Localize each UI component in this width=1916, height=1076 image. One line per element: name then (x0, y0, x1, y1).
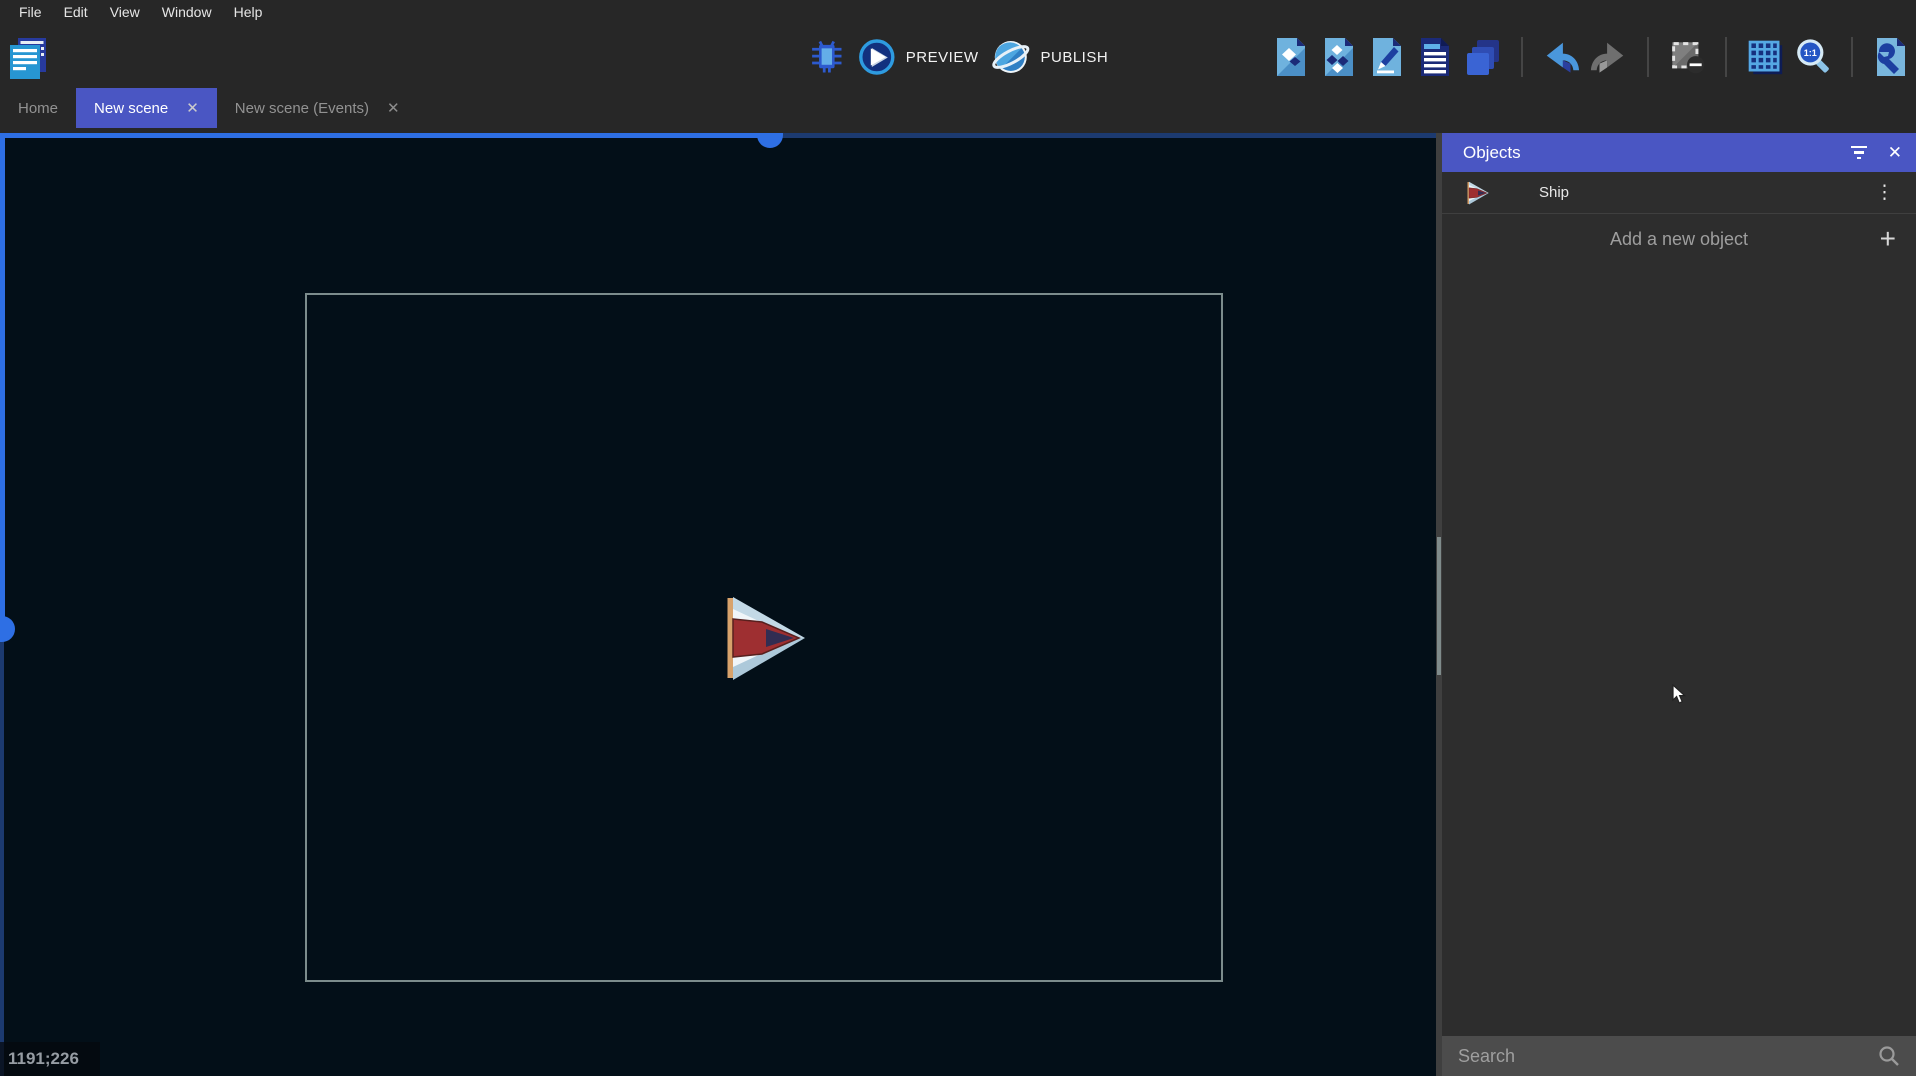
tab-label: New scene (Events) (235, 100, 369, 117)
publish-label: PUBLISH (1040, 49, 1108, 66)
close-icon[interactable]: ✕ (387, 99, 400, 117)
cursor-coordinates: 1191;226 (0, 1042, 100, 1076)
tab-bar: Home New scene ✕ New scene (Events) ✕ (0, 88, 1916, 133)
preview-button[interactable]: PREVIEW (858, 38, 979, 76)
object-groups-icon[interactable] (1320, 36, 1358, 78)
menu-help[interactable]: Help (223, 2, 274, 24)
toolbar-right: 1:1 (1272, 26, 1910, 88)
play-icon (858, 38, 896, 76)
project-settings-icon[interactable] (1872, 36, 1910, 78)
redo-icon[interactable] (1590, 36, 1628, 78)
object-row-ship[interactable]: Ship ⋮ (1442, 172, 1916, 214)
toolbar: PREVIEW PUBLISH (0, 26, 1916, 88)
instances-list-icon[interactable] (1416, 36, 1454, 78)
menu-view[interactable]: View (99, 2, 151, 24)
mouse-cursor-icon (1672, 684, 1687, 705)
gdevelop-window: File Edit View Window Help (0, 0, 1916, 1076)
undo-icon[interactable] (1542, 36, 1580, 78)
horizontal-scrollbar-knob[interactable] (757, 133, 783, 148)
toolbar-separator (1851, 37, 1853, 77)
tab-label: New scene (94, 100, 168, 117)
main-area: 1191;226 Objects ✕ (0, 133, 1916, 1076)
toolbar-separator (1647, 37, 1649, 77)
tab-label: Home (18, 100, 58, 117)
zoom-original-icon[interactable]: 1:1 (1794, 36, 1832, 78)
debug-icon[interactable] (808, 36, 846, 78)
grid-icon[interactable] (1746, 36, 1784, 78)
tab-home[interactable]: Home (0, 88, 76, 128)
close-icon[interactable]: ✕ (186, 99, 199, 117)
menu-bar: File Edit View Window Help (0, 0, 1916, 26)
ship-instance[interactable] (722, 595, 806, 681)
scene-canvas[interactable]: 1191;226 (0, 133, 1436, 1076)
objects-panel: Objects ✕ Ship ⋮ Add a ne (1442, 133, 1916, 1076)
object-search-bar[interactable] (1442, 1036, 1916, 1076)
close-icon[interactable]: ✕ (1888, 143, 1902, 163)
vertical-scrollbar[interactable] (0, 640, 4, 1076)
menu-edit[interactable]: Edit (53, 2, 99, 24)
add-object-row[interactable]: Add a new object + (1442, 214, 1916, 264)
svg-text:1:1: 1:1 (1804, 48, 1817, 58)
horizontal-scrollbar[interactable] (781, 133, 1436, 138)
objects-panel-body (1442, 264, 1916, 1036)
objects-panel-header: Objects ✕ (1442, 133, 1916, 172)
object-name: Ship (1539, 184, 1867, 201)
search-icon (1878, 1045, 1900, 1067)
preview-label: PREVIEW (906, 49, 979, 66)
panel-title: Objects (1463, 143, 1846, 163)
objects-editor-icon[interactable] (1272, 36, 1310, 78)
publish-icon (990, 37, 1030, 77)
horizontal-scrollbar[interactable] (0, 133, 759, 138)
toolbar-separator (1725, 37, 1727, 77)
add-object-label: Add a new object (1610, 229, 1748, 250)
coordinates-value: 1191;226 (8, 1049, 79, 1069)
vertical-scrollbar-knob[interactable] (0, 616, 15, 642)
toolbar-separator (1521, 37, 1523, 77)
project-manager-icon[interactable] (7, 36, 49, 80)
filter-icon[interactable] (1846, 140, 1872, 166)
publish-button[interactable]: PUBLISH (990, 37, 1108, 77)
vertical-scrollbar[interactable] (0, 133, 5, 618)
menu-file[interactable]: File (8, 2, 53, 24)
menu-window[interactable]: Window (151, 2, 223, 24)
layers-icon[interactable] (1464, 36, 1502, 78)
deselect-icon[interactable] (1668, 36, 1706, 78)
more-options-icon[interactable]: ⋮ (1867, 181, 1902, 204)
ship-thumbnail-icon (1466, 181, 1489, 205)
search-input[interactable] (1458, 1046, 1878, 1067)
properties-icon[interactable] (1368, 36, 1406, 78)
panel-scrollbar-thumb[interactable] (1437, 537, 1441, 675)
tab-new-scene[interactable]: New scene ✕ (76, 88, 217, 128)
toolbar-center: PREVIEW PUBLISH (808, 26, 1108, 88)
add-icon[interactable]: + (1880, 225, 1896, 253)
tab-new-scene-events[interactable]: New scene (Events) ✕ (217, 88, 418, 128)
